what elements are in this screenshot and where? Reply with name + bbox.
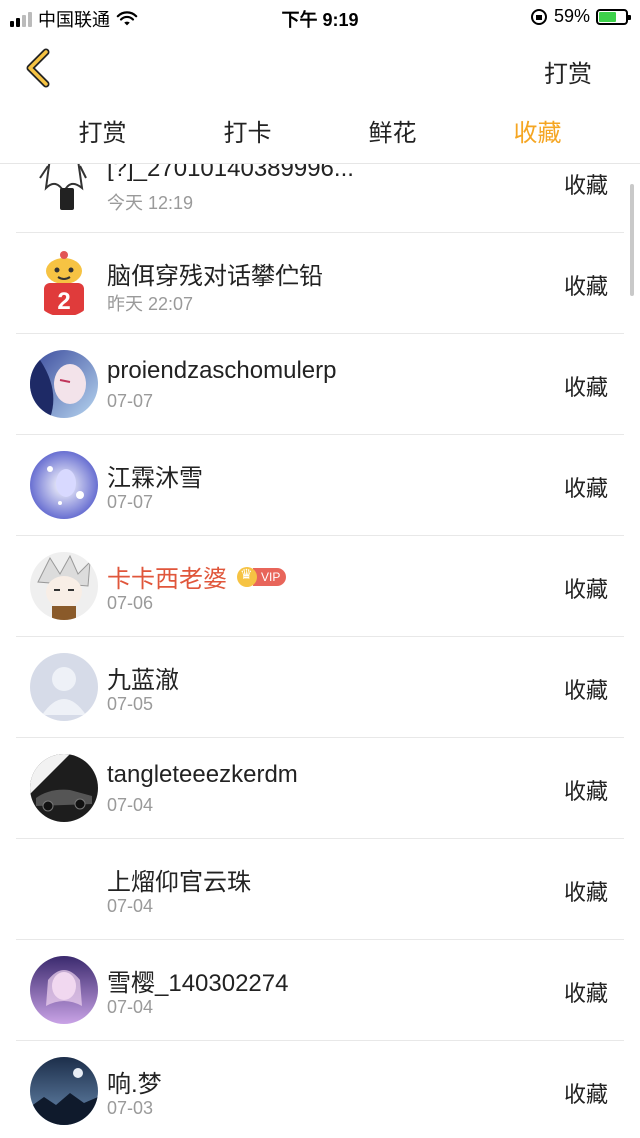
user-name: 上熘仰官云珠 [107,862,251,897]
scrollbar[interactable] [630,184,634,296]
favorite-button[interactable]: 收藏 [564,269,608,301]
list-item[interactable]: 2 脑佴穿残对话攀伫铅昨天 22:07 收藏 [16,233,624,334]
user-name: 雪樱_140302274 [107,963,288,998]
avatar[interactable] [30,956,98,1024]
battery-icon [596,8,631,25]
user-name-text: 卡卡西老婆 [107,566,227,593]
tab-favorites[interactable]: 收藏 [465,106,610,163]
tab-flowers[interactable]: 鲜花 [320,106,465,163]
list-item[interactable]: 江霖沐雪 07-07 收藏 [16,435,624,536]
user-name-text: 脑佴穿残对话攀伫铅 [107,263,323,290]
user-name: proiendzaschomulerp [107,357,336,385]
timestamp: 07-06 [107,593,154,613]
list-item[interactable]: [?]_27010140389996... 今天 12:19 收藏 [16,164,624,233]
svg-text:2: 2 [57,288,70,315]
timestamp: 07-04 [107,795,154,815]
crown-icon [237,566,257,587]
status-right: 59% [530,6,631,27]
list-item[interactable]: tangleteeezkerdm 07-04 收藏 [16,738,624,839]
avatar[interactable]: 2 [30,249,98,317]
timestamp: 今天 12:19 [107,193,194,213]
user-name-text: 江霖沐雪 [107,465,203,492]
user-name: 卡卡西老婆 VIP [107,559,287,594]
user-name: tangleteeezkerdm [107,761,298,789]
list-item[interactable]: 卡卡西老婆 VIP 07-06 收藏 [16,536,624,637]
avatar[interactable] [30,1057,98,1125]
favorite-button[interactable]: 收藏 [564,774,608,806]
tab-bar: 打赏 打卡 鲜花 收藏 [0,106,640,164]
timestamp: 07-07 [107,492,154,512]
favorite-button[interactable]: 收藏 [564,976,608,1008]
favorite-button[interactable]: 收藏 [564,471,608,503]
user-name-text: 响.梦 [107,1071,162,1098]
tab-checkin[interactable]: 打卡 [175,106,320,163]
battery-percent: 59% [553,6,590,26]
list-item[interactable]: 雪樱_140302274 07-04 收藏 [16,940,624,1041]
user-name: 九蓝澈 [107,660,179,695]
list-item[interactable]: 九蓝澈 07-05 收藏 [16,637,624,738]
user-name: [?]_27010140389996... [107,164,354,183]
timestamp: 07-04 [107,896,154,916]
favorite-button[interactable]: 收藏 [564,370,608,402]
vip-badge: VIP [237,566,287,587]
user-name-text: [?]_27010140389996... [107,164,354,182]
user-name-text: 上熘仰官云珠 [107,869,251,896]
favorites-list: [?]_27010140389996... 今天 12:19 收藏 2 脑佴穿残对话攀伫… [0,164,640,1138]
favorite-button[interactable]: 收藏 [564,572,608,604]
timestamp: 昨天 22:07 [107,294,194,314]
favorite-button[interactable]: 收藏 [564,168,608,200]
list-item[interactable]: proiendzaschomulerp 07-07 收藏 [16,334,624,435]
timestamp: 07-03 [107,1098,154,1118]
favorite-button[interactable]: 收藏 [564,1077,608,1109]
avatar[interactable] [30,451,98,519]
vip-label: VIP [253,567,287,586]
favorite-button[interactable]: 收藏 [564,673,608,705]
status-bar: 中国联通 下午 9:19 59% [0,0,640,34]
user-name: 脑佴穿残对话攀伫铅 [107,256,323,291]
user-name-text: 雪樱_140302274 [107,970,289,997]
favorite-button[interactable]: 收藏 [564,875,608,907]
back-button[interactable] [18,46,62,90]
avatar[interactable] [30,164,98,216]
timestamp: 07-04 [107,997,154,1017]
user-name: 响.梦 [107,1064,162,1099]
timestamp: 07-07 [107,391,154,411]
user-name-text: tangleteeezkerdm [107,761,298,788]
list-item[interactable]: 上熘仰官云珠 07-04 收藏 [16,839,624,940]
user-name-text: proiendzaschomulerp [107,357,337,384]
user-name-text: 九蓝澈 [107,667,179,694]
chevron-left-icon [26,48,50,88]
tab-reward[interactable]: 打赏 [30,106,175,163]
nav-bar: 打赏 [0,34,640,106]
list-item[interactable]: 响.梦 07-03 收藏 [16,1041,624,1138]
avatar[interactable] [30,552,98,620]
avatar[interactable] [30,754,98,822]
avatar[interactable] [30,350,98,418]
avatar[interactable] [30,855,98,923]
rotation-lock-icon [530,8,547,25]
timestamp: 07-05 [107,694,154,714]
user-name: 江霖沐雪 [107,458,203,493]
reward-button[interactable]: 打赏 [544,54,592,89]
avatar[interactable] [30,653,98,721]
